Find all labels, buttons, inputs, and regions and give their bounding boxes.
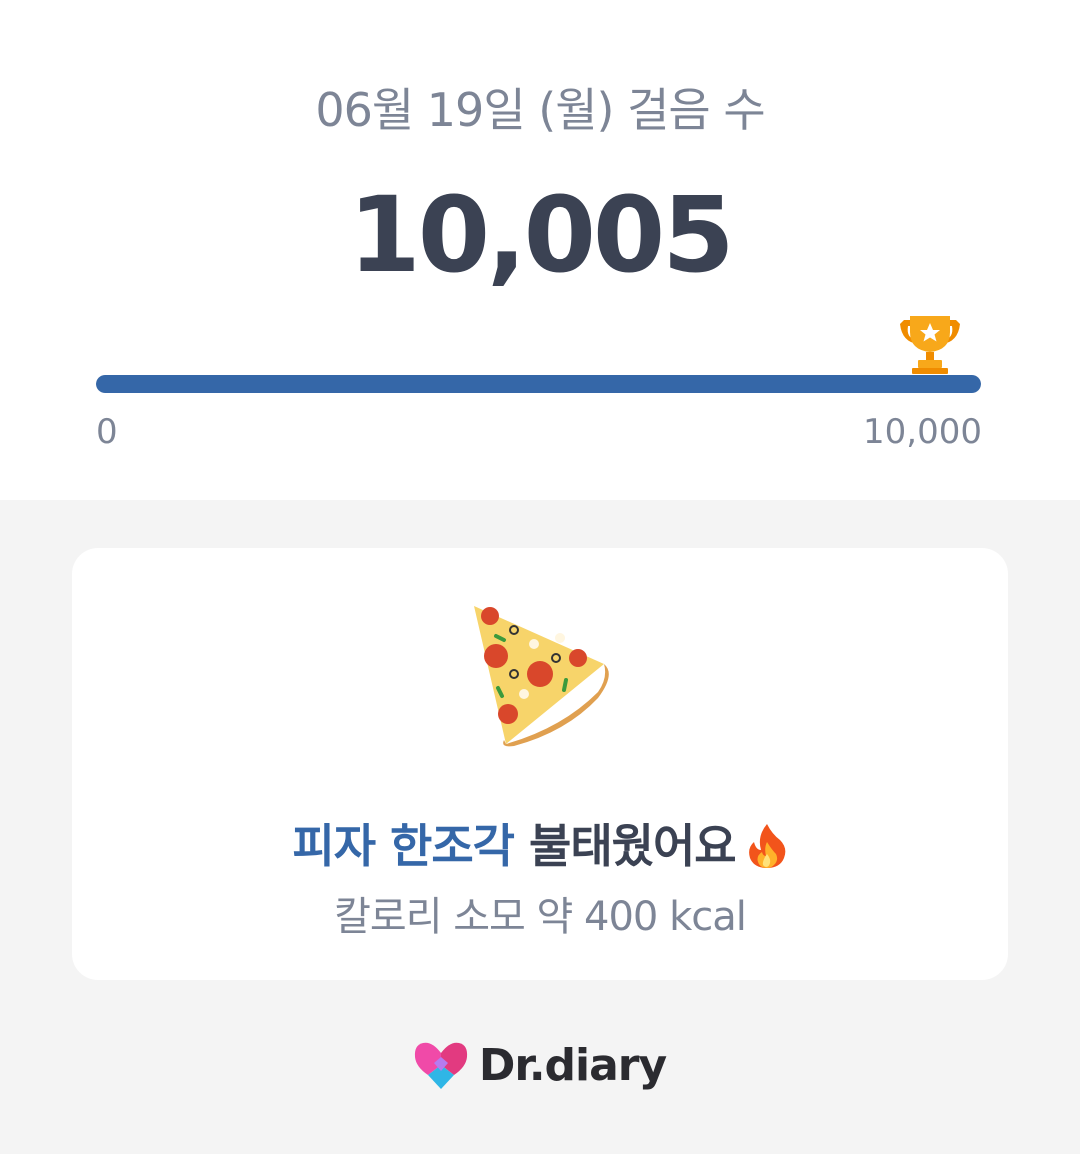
headline-rest: 불태웠어요	[529, 819, 737, 873]
brand-name: Dr.diary	[478, 1040, 667, 1091]
step-summary-section: 06월 19일 (월) 걸음 수 10,005 0 10,000	[0, 0, 1080, 500]
step-count: 10,005	[348, 174, 734, 296]
brand-footer: Dr.diary	[0, 1040, 1080, 1091]
fire-icon	[748, 823, 785, 868]
step-progress-bar	[96, 375, 981, 393]
progress-max-label: 10,000	[863, 412, 982, 452]
calorie-card: 피자 한조각 불태웠어요 칼로리 소모 약 400 kcal	[72, 548, 1008, 980]
progress-min-label: 0	[96, 412, 118, 452]
calorie-headline: 피자 한조각 불태웠어요	[72, 810, 1008, 876]
step-progress-fill	[96, 375, 981, 393]
heart-logo-icon	[414, 1042, 467, 1089]
trophy-icon	[900, 316, 960, 374]
calorie-burned-text: 칼로리 소모 약 400 kcal	[334, 894, 747, 940]
date-title: 06월 19일 (월) 걸음 수	[315, 83, 765, 137]
pizza-icon	[474, 606, 609, 747]
headline-food: 피자 한조각	[292, 819, 515, 873]
